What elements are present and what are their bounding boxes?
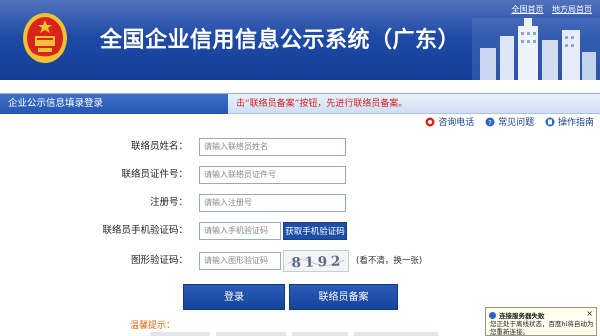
reg-label: 注册号： [149,197,188,208]
toast-body: 您正处于离线状态，百度hi将自动为您重新连接。 [490,320,594,336]
panel-title-bar: 企业公示信息填录登录 击“联络员备案”按钮，先进行联络员备案。 [0,94,600,114]
login-button[interactable]: 登录 [183,284,285,310]
get-sms-code-button[interactable]: 获取手机验证码 [283,222,347,240]
registration-number-input[interactable]: 请输入注册号 [199,194,346,212]
close-icon[interactable]: × [586,309,593,318]
help-links: 咨询电话 ? 常见问题 操作指南 [417,115,594,130]
help-phone-label: 咨询电话 [438,118,475,128]
toast-title: 连接服务器失败 [499,312,545,320]
panel-notice: 击“联络员备案”按钮，先进行联络员备案。 [236,99,408,109]
phone-icon [425,117,435,126]
tips-title: 温馨提示： [130,321,176,331]
captcha-text: 8192 [291,253,344,271]
captcha-row: 图形验证码： 请输入图形验证码 8192 (看不清，换一张) [0,250,600,272]
toast-info-icon [489,311,496,319]
question-icon: ? [485,117,495,127]
panel-tab-title: 企业公示信息填录登录 [0,94,228,114]
sms-label: 联络员手机验证码： [102,225,188,236]
guide-icon [545,117,555,126]
national-emblem-icon [23,13,67,63]
captcha-label: 图形验证码： [130,255,188,266]
help-faq-label: 常见问题 [498,118,535,128]
toast-title-row: 连接服务器失败 [489,310,545,320]
help-guide-label: 操作指南 [557,118,594,128]
name-row: 联络员姓名： 请输入联络员姓名 [0,138,600,156]
id-label: 联络员证件号： [121,169,188,180]
help-faq-link[interactable]: ? 常见问题 [485,115,534,128]
help-phone-link[interactable]: 咨询电话 [425,115,474,128]
captcha-input[interactable]: 请输入图形验证码 [199,252,281,270]
contact-name-input[interactable]: 请输入联络员姓名 [199,138,346,156]
captcha-refresh-link[interactable]: (看不清，换一张) [356,252,422,270]
sms-row: 联络员手机验证码： 请输入手机验证码 获取手机验证码 [0,222,600,240]
id-row: 联络员证件号： 请输入联络员证件号 [0,166,600,184]
national-home-link[interactable]: 全国首页 [511,5,543,14]
tips-text-cutoff [150,332,480,336]
contact-id-input[interactable]: 请输入联络员证件号 [199,166,346,184]
svg-text:?: ? [488,119,492,127]
name-label: 联络员姓名： [130,141,188,152]
help-guide-link[interactable]: 操作指南 [545,115,594,128]
captcha-image[interactable]: 8192 [283,250,349,272]
local-home-link[interactable]: 地方局首页 [552,5,592,14]
top-links: 全国首页 地方局首页 [505,4,592,15]
site-header: 全国企业信用信息公示系统（广东） 全国首页 地方局首页 [0,0,600,80]
reg-row: 注册号： 请输入注册号 [0,194,600,212]
skyline-illustration-icon [472,18,600,80]
contact-register-button[interactable]: 联络员备案 [289,284,398,310]
sms-code-input[interactable]: 请输入手机验证码 [199,222,281,240]
connection-failed-toast: 连接服务器失败 × 您正处于离线状态，百度hi将自动为您重新连接。 [485,307,597,336]
page-title: 全国企业信用信息公示系统（广东） [100,28,461,53]
